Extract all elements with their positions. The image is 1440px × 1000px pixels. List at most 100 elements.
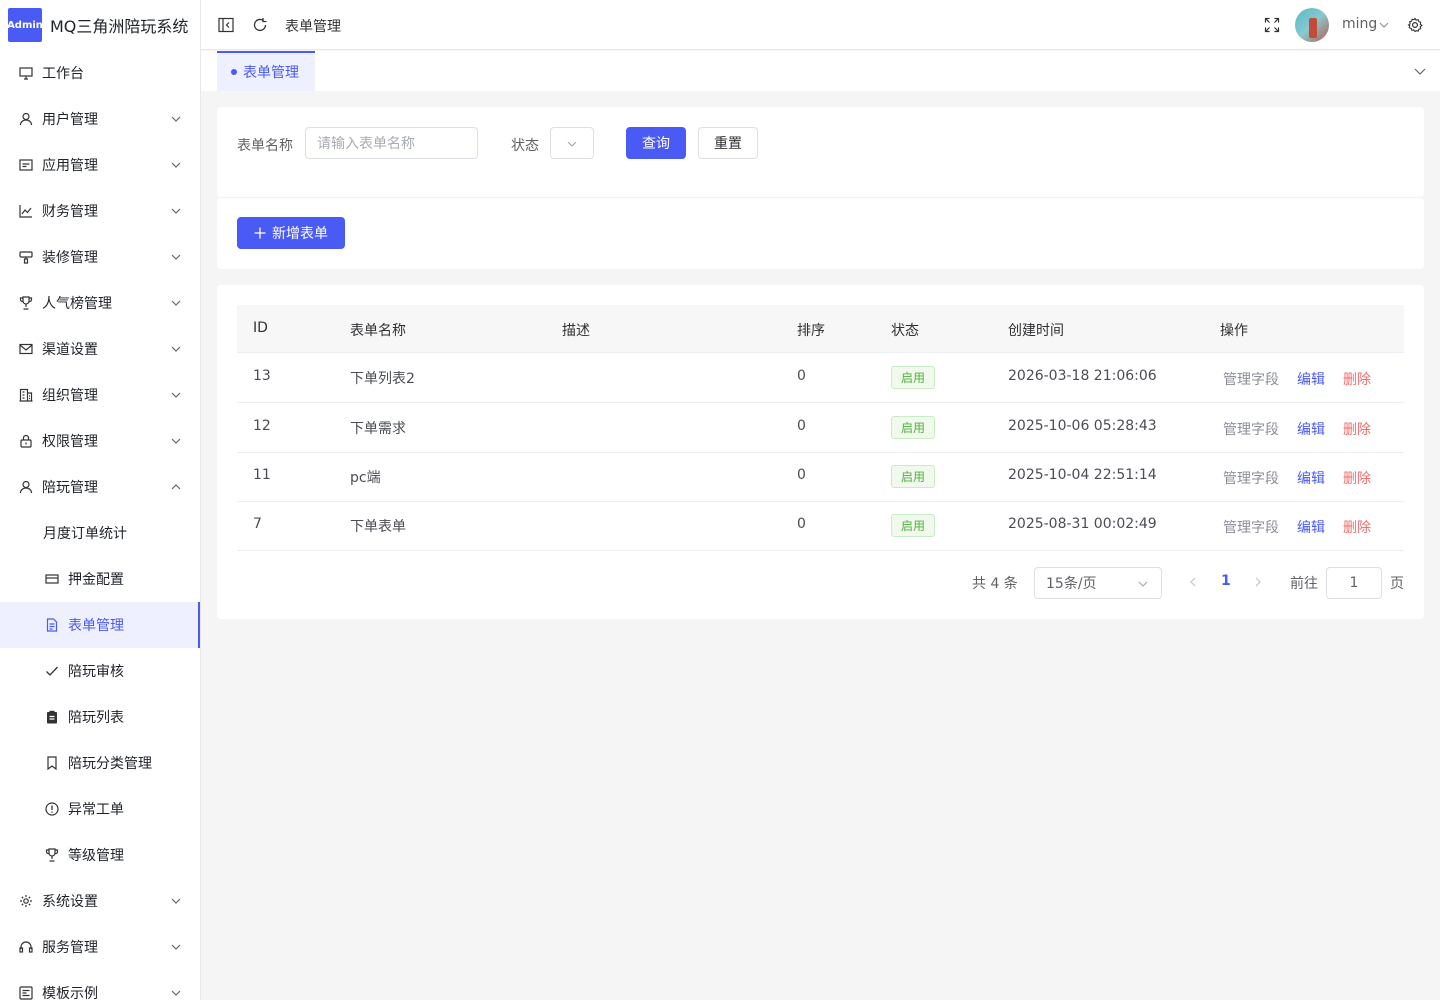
page-number-current[interactable]: 1	[1221, 573, 1231, 589]
sidebar-item-workbench[interactable]: 工作台	[0, 50, 200, 96]
admin-badge: Admin	[7, 8, 43, 42]
logo: Admin MQ三角洲陪玩系统	[0, 0, 200, 50]
sidebar-item-label: 组织管理	[42, 388, 98, 404]
sidebar: Admin MQ三角洲陪玩系统 工作台 用户管理 应用管理 财务管理 装修管理 …	[0, 0, 201, 1000]
chevron-up-icon	[170, 481, 182, 493]
top-bar: 表单管理 ming	[201, 0, 1440, 50]
avatar[interactable]	[1295, 8, 1329, 42]
form-name-input[interactable]: 请输入表单名称	[305, 127, 478, 159]
check-icon	[44, 663, 60, 679]
chevron-down-icon[interactable]	[1414, 65, 1426, 77]
sidebar-item-label: 渠道设置	[42, 342, 98, 358]
table-header: ID 表单名称 描述 排序 状态 创建时间 操作	[237, 305, 1404, 353]
manage-fields-link[interactable]: 管理字段	[1223, 468, 1279, 488]
status-select[interactable]	[550, 127, 594, 159]
delete-link[interactable]: 删除	[1343, 369, 1371, 389]
building-icon	[18, 387, 34, 403]
col-actions: 操作	[1220, 323, 1248, 339]
card-icon	[44, 571, 60, 587]
cell-id: 12	[253, 418, 271, 434]
sidebar-subitem-review[interactable]: 陪玩审核	[0, 648, 200, 694]
tab-label: 表单管理	[243, 65, 299, 81]
sidebar-item-system-settings[interactable]: 系统设置	[0, 878, 200, 924]
page-suffix-label: 页	[1390, 576, 1404, 592]
delete-link[interactable]: 删除	[1343, 468, 1371, 488]
next-page-icon[interactable]	[1252, 576, 1264, 588]
sidebar-subitem-forms[interactable]: 表单管理	[0, 602, 200, 648]
reset-button[interactable]: 重置	[698, 127, 758, 159]
goto-page-input[interactable]: 1	[1326, 567, 1382, 599]
sidebar-item-organization[interactable]: 组织管理	[0, 372, 200, 418]
collapse-sidebar-icon[interactable]	[218, 17, 234, 33]
chevron-down-icon[interactable]	[1378, 19, 1390, 31]
edit-link[interactable]: 编辑	[1297, 468, 1325, 488]
sidebar-item-channels[interactable]: 渠道设置	[0, 326, 200, 372]
manage-fields-link[interactable]: 管理字段	[1223, 517, 1279, 537]
delete-link[interactable]: 删除	[1343, 517, 1371, 537]
app-window-icon	[18, 157, 34, 173]
col-desc: 描述	[562, 323, 590, 339]
cell-created: 2026-03-18 21:06:06	[1008, 368, 1157, 384]
manage-fields-link[interactable]: 管理字段	[1223, 419, 1279, 439]
user-icon	[18, 111, 34, 127]
chevron-down-icon	[170, 113, 182, 125]
search-panel: 表单名称 请输入表单名称 状态 查询 重置	[217, 107, 1424, 197]
sidebar-subitem-exceptions[interactable]: 异常工单	[0, 786, 200, 832]
sidebar-item-permissions[interactable]: 权限管理	[0, 418, 200, 464]
edit-link[interactable]: 编辑	[1297, 419, 1325, 439]
sidebar-item-templates[interactable]: 模板示例	[0, 970, 200, 1000]
sidebar-subitem-monthly-orders[interactable]: 月度订单统计	[0, 510, 200, 556]
sidebar-item-label: 模板示例	[42, 986, 98, 1000]
add-form-button[interactable]: 新增表单	[237, 217, 345, 249]
prev-page-icon[interactable]	[1187, 576, 1199, 588]
chart-icon	[18, 203, 34, 219]
chevron-down-icon	[170, 251, 182, 263]
chevron-down-icon	[170, 941, 182, 953]
gear-icon	[18, 893, 34, 909]
form-name-label: 表单名称	[237, 138, 293, 154]
sidebar-subitem-categories[interactable]: 陪玩分类管理	[0, 740, 200, 786]
document-icon	[44, 617, 60, 633]
col-sort: 排序	[797, 323, 825, 339]
status-label: 状态	[511, 138, 539, 154]
sidebar-item-label: 权限管理	[42, 434, 98, 450]
query-button[interactable]: 查询	[626, 127, 686, 159]
cell-sort: 0	[797, 467, 806, 483]
manage-fields-link[interactable]: 管理字段	[1223, 369, 1279, 389]
tabs-bar: 表单管理	[201, 51, 1440, 91]
col-id: ID	[253, 320, 268, 336]
sidebar-item-popularity[interactable]: 人气榜管理	[0, 280, 200, 326]
chevron-down-icon	[567, 135, 577, 151]
edit-link[interactable]: 编辑	[1297, 369, 1325, 389]
alert-icon	[44, 801, 60, 817]
sidebar-subitem-list[interactable]: 陪玩列表	[0, 694, 200, 740]
sidebar-item-users[interactable]: 用户管理	[0, 96, 200, 142]
chevron-down-icon	[170, 159, 182, 171]
sidebar-item-decoration[interactable]: 装修管理	[0, 234, 200, 280]
sidebar-item-companions[interactable]: 陪玩管理	[0, 464, 200, 510]
edit-link[interactable]: 编辑	[1297, 517, 1325, 537]
gear-icon[interactable]	[1407, 17, 1423, 33]
chevron-down-icon	[170, 435, 182, 447]
chevron-down-icon	[170, 895, 182, 907]
fullscreen-icon[interactable]	[1264, 17, 1280, 33]
form-name-placeholder: 请输入表单名称	[317, 136, 415, 152]
status-badge: 启用	[891, 416, 935, 439]
delete-link[interactable]: 删除	[1343, 419, 1371, 439]
paint-icon	[18, 249, 34, 265]
page-size-select[interactable]: 15条/页	[1034, 567, 1162, 599]
sidebar-subitem-levels[interactable]: 等级管理	[0, 832, 200, 878]
cell-created: 2025-08-31 00:02:49	[1008, 516, 1157, 532]
tab-form-management[interactable]: 表单管理	[217, 51, 315, 91]
sidebar-item-apps[interactable]: 应用管理	[0, 142, 200, 188]
pagination-total: 共 4 条	[972, 576, 1018, 592]
user-name[interactable]: ming	[1342, 16, 1377, 32]
col-status: 状态	[891, 323, 919, 339]
sidebar-item-service[interactable]: 服务管理	[0, 924, 200, 970]
cell-name: 下单需求	[350, 421, 406, 437]
sidebar-item-finance[interactable]: 财务管理	[0, 188, 200, 234]
sidebar-subitem-deposit[interactable]: 押金配置	[0, 556, 200, 602]
refresh-icon[interactable]	[252, 17, 268, 33]
status-badge: 启用	[891, 465, 935, 488]
table-row: 11 pc端 0 启用 2025-10-04 22:51:14 管理字段 编辑 …	[237, 452, 1404, 502]
